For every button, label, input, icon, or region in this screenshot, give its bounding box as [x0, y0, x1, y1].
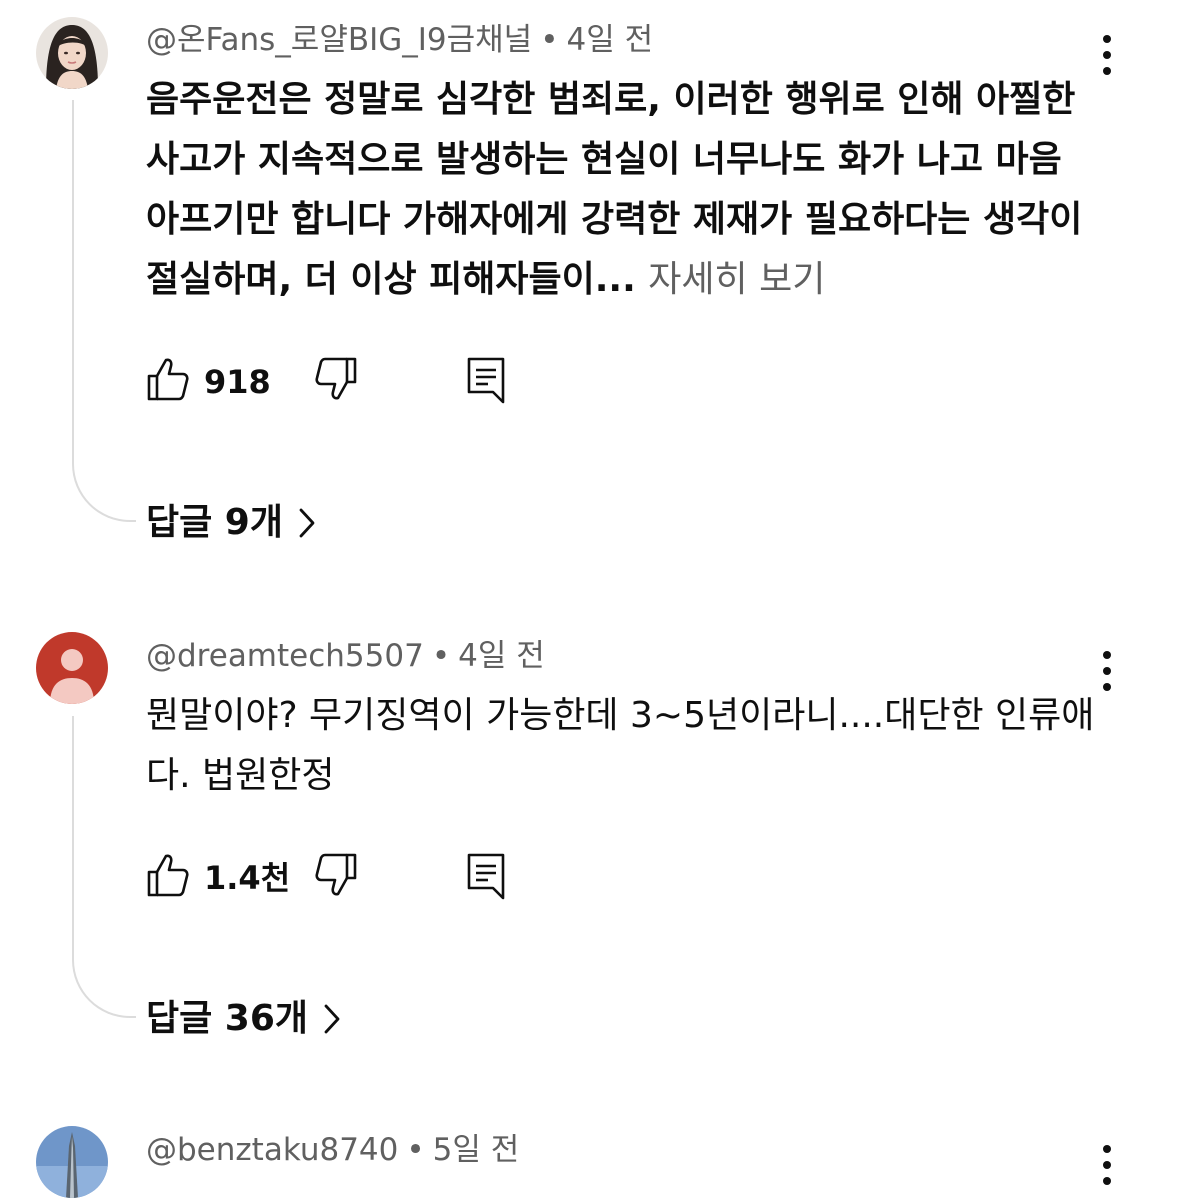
comment-time: 4일 전 [566, 22, 654, 58]
meta-separator: • [431, 638, 451, 674]
comment-actions: 1.4천 [146, 852, 546, 902]
avatar[interactable] [36, 632, 108, 704]
chevron-right-icon [299, 508, 315, 538]
comment-icon[interactable] [466, 852, 506, 900]
read-more-link[interactable]: 자세히 보기 [648, 259, 825, 300]
default-avatar-icon [36, 632, 108, 704]
comment-meta: @benztaku8740 • 5일 전 [146, 1130, 519, 1170]
meta-separator: • [540, 22, 559, 58]
comment-text[interactable]: 음주운전은 정말로 심각한 범죄로, 이러한 행위로 인해 아찔한 사고가 지속… [146, 70, 1096, 310]
avatar[interactable] [36, 1126, 108, 1198]
chevron-right-icon [324, 1004, 340, 1034]
like-count: 1.4천 [204, 859, 291, 897]
meta-separator: • [406, 1132, 425, 1168]
view-replies-button[interactable]: 답글 9개 [146, 500, 315, 546]
replies-label: 답글 36개 [146, 998, 308, 1039]
author-handle[interactable]: @온Fans_로얄BIG_I9금채널 [146, 22, 532, 58]
avatar[interactable] [36, 17, 108, 89]
comment-icon[interactable] [466, 356, 506, 404]
more-vert-icon[interactable] [1090, 1145, 1124, 1185]
author-handle[interactable]: @dreamtech5507 [146, 638, 424, 674]
thumbs-down-icon[interactable] [314, 852, 358, 898]
comment-actions: 918 [146, 356, 546, 406]
more-vert-icon[interactable] [1090, 35, 1124, 75]
avatar-photo-icon [36, 17, 108, 89]
comment-text[interactable]: 뭔말이야? 무기징역이 가능한데 3~5년이라니....대단한 인류애다. 법원… [146, 686, 1096, 806]
thumbs-up-icon[interactable] [146, 356, 190, 402]
author-handle[interactable]: @benztaku8740 [146, 1132, 398, 1168]
thread-line [72, 716, 136, 1018]
comment-time: 5일 전 [432, 1132, 520, 1168]
avatar-tower-icon [36, 1126, 108, 1198]
thumbs-up-icon[interactable] [146, 852, 190, 898]
thumbs-down-icon[interactable] [314, 356, 358, 402]
view-replies-button[interactable]: 답글 36개 [146, 996, 340, 1042]
thread-line [72, 100, 136, 522]
like-count: 918 [204, 363, 271, 401]
comment-meta: @dreamtech5507 • 4일 전 [146, 636, 545, 676]
replies-label: 답글 9개 [146, 502, 283, 543]
comment-time: 4일 전 [458, 638, 545, 674]
comment-body: 뭔말이야? 무기징역이 가능한데 3~5년이라니....대단한 인류애다. 법원… [146, 695, 1095, 796]
comment-body: 음주운전은 정말로 심각한 범죄로, 이러한 행위로 인해 아찔한 사고가 지속… [146, 79, 1083, 300]
more-vert-icon[interactable] [1090, 651, 1124, 691]
comment-meta: @온Fans_로얄BIG_I9금채널 • 4일 전 [146, 20, 653, 60]
